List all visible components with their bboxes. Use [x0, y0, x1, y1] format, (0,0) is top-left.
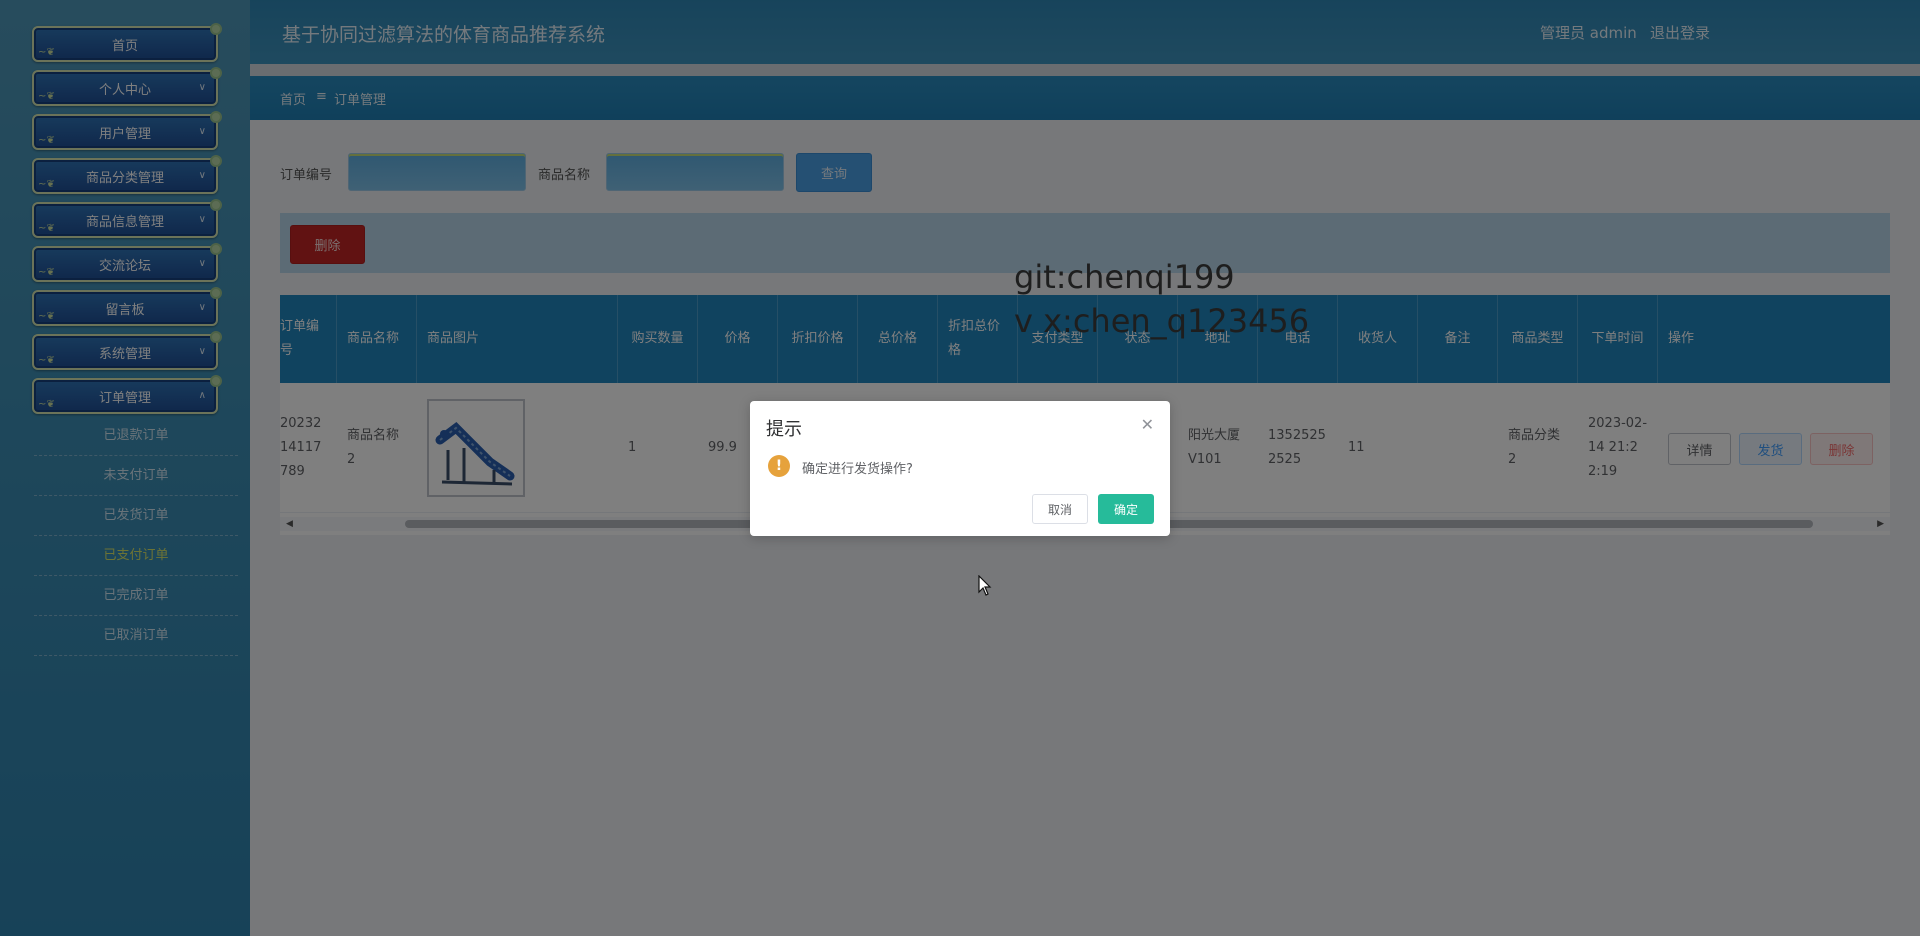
watermark-line1: git:chenqi199 [1014, 258, 1235, 296]
mouse-cursor-icon [978, 575, 992, 596]
confirm-dialog: 提示 ✕ ! 确定进行发货操作? 取消 确定 [750, 401, 1170, 536]
cancel-button[interactable]: 取消 [1032, 494, 1088, 524]
confirm-button[interactable]: 确定 [1098, 494, 1154, 524]
dialog-message: 确定进行发货操作? [802, 462, 913, 477]
dialog-title: 提示 [766, 419, 802, 440]
close-icon[interactable]: ✕ [1141, 415, 1154, 434]
warning-icon: ! [768, 455, 790, 477]
watermark-line2: v x:chen_q123456 [1014, 302, 1310, 340]
